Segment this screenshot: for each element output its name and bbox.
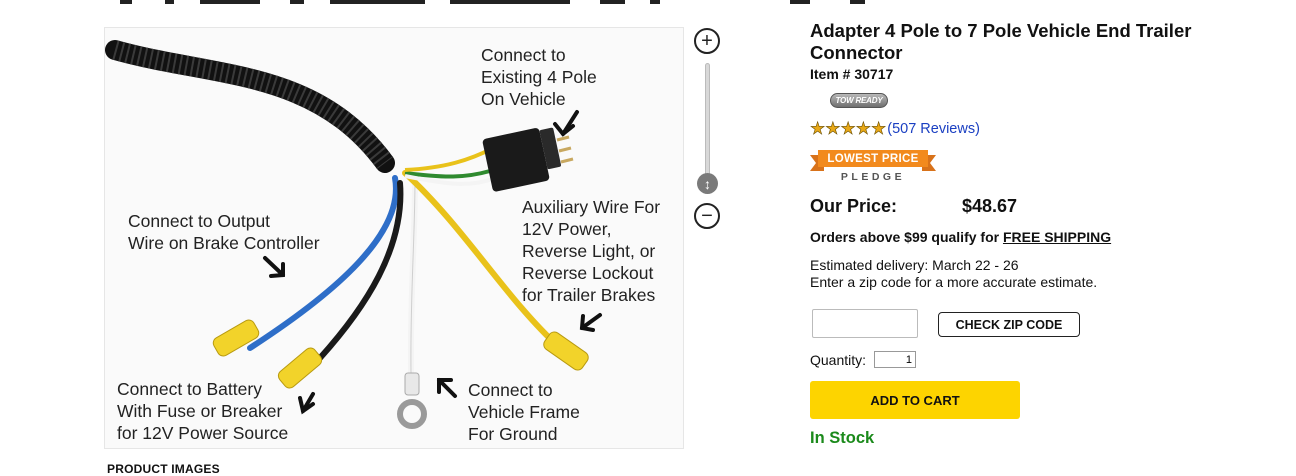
rating-row: ★ ★ ★ ★ ★ (507 Reviews): [810, 119, 980, 138]
product-title: Adapter 4 Pole to 7 Pole Vehicle End Tra…: [810, 20, 1192, 63]
annotation-auxiliary-wire: Auxiliary Wire For 12V Power, Reverse Li…: [522, 197, 661, 305]
product-main-image[interactable]: Connect to Existing 4 Pole On Vehicle Co…: [104, 27, 684, 449]
lowest-price-pledge-badge: LOWEST PRICE PLEDGE: [810, 150, 936, 186]
price-row: Our Price: $48.67: [810, 196, 1017, 217]
star-icon: ★: [825, 119, 841, 138]
tow-ready-badge: TOW READY: [830, 93, 888, 108]
top-text-fragment: [0, 0, 1296, 6]
annotation-battery: Connect to Battery With Fuse or Breaker …: [117, 379, 289, 443]
pledge-text: PLEDGE: [840, 171, 906, 183]
annotation-4-pole: Connect to Existing 4 Pole On Vehicle: [481, 45, 597, 109]
star-icon: ★: [810, 119, 826, 138]
item-number: Item # 30717: [810, 66, 894, 82]
zoom-in-button[interactable]: +: [694, 28, 720, 54]
star-icon: ★: [855, 119, 871, 138]
star-rating: ★ ★ ★ ★ ★: [810, 119, 887, 138]
zip-code-input[interactable]: [812, 309, 918, 338]
lowest-price-ribbon: LOWEST PRICE: [818, 150, 928, 167]
minus-icon: −: [701, 205, 713, 227]
free-shipping-notice: Orders above $99 qualify for FREE SHIPPI…: [810, 229, 1111, 245]
annotation-brake-controller: Connect to Output Wire on Brake Controll…: [128, 211, 320, 253]
product-info-panel: Adapter 4 Pole to 7 Pole Vehicle End Tra…: [810, 20, 1230, 447]
reviews-link[interactable]: (507 Reviews): [887, 121, 980, 137]
annotation-ground: Connect to Vehicle Frame For Ground: [468, 380, 580, 444]
price-value: $48.67: [962, 196, 1018, 216]
stock-status: In Stock: [810, 429, 875, 447]
shipping-text: Orders above $99 qualify for: [810, 229, 1003, 245]
price-label: Our Price:: [810, 196, 898, 216]
zoom-slider-handle[interactable]: ↕: [697, 173, 718, 194]
zoom-slider-track[interactable]: [705, 63, 710, 178]
delivery-dates: Estimated delivery: March 22 - 26: [810, 257, 1019, 273]
quantity-input[interactable]: [874, 351, 917, 368]
quantity-row: Quantity:: [810, 351, 917, 368]
free-shipping-link[interactable]: FREE SHIPPING: [1003, 229, 1111, 245]
half-star-icon: ★: [871, 119, 887, 138]
check-zip-code-button[interactable]: CHECK ZIP CODE: [938, 312, 1080, 337]
add-to-cart-button[interactable]: ADD TO CART: [810, 381, 1020, 419]
vertical-arrows-icon: ↕: [704, 175, 711, 192]
product-images-heading: PRODUCT IMAGES: [107, 462, 220, 476]
zoom-out-button[interactable]: −: [694, 203, 720, 229]
delivery-estimate: Estimated delivery: March 22 - 26 Enter …: [810, 257, 1097, 291]
star-icon: ★: [840, 119, 856, 138]
plus-icon: +: [701, 30, 713, 52]
delivery-zip-hint: Enter a zip code for a more accurate est…: [810, 274, 1098, 290]
quantity-label: Quantity:: [810, 351, 867, 368]
